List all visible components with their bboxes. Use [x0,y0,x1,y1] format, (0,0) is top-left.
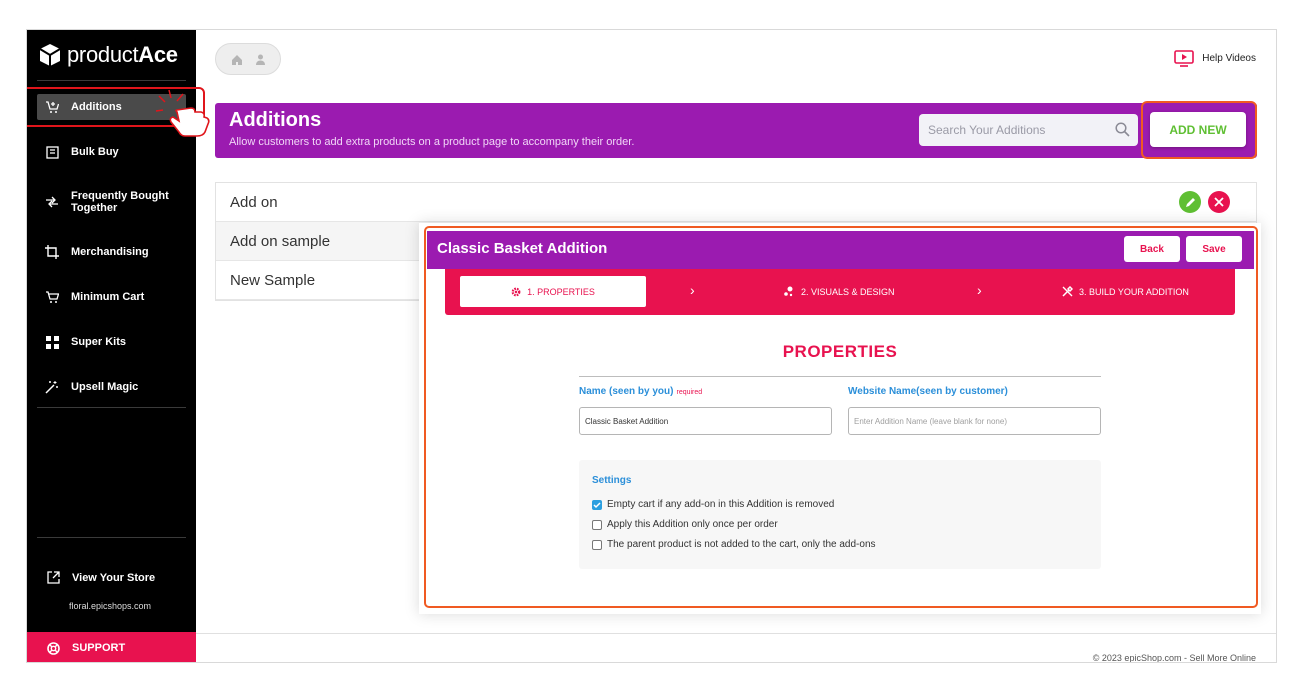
page-title: Additions [229,109,322,131]
sidebar-item-upsell-magic[interactable]: Upsell Magic [37,380,186,394]
tab-label: 1. PROPERTIES [527,286,595,297]
name-label: Name (seen by you) required [579,386,703,397]
kit-icon [45,335,59,349]
external-link-icon [47,571,60,584]
name-field[interactable]: Classic Basket Addition [579,407,832,435]
list-item-label: New Sample [230,271,316,289]
help-videos-label: Help Videos [1202,53,1256,64]
sidebar-item-label: Super Kits [71,336,127,348]
delete-button[interactable] [1208,191,1230,213]
tools-icon [1062,286,1073,297]
tab-label: 3. BUILD YOUR ADDITION [1079,286,1189,297]
home-icon[interactable] [231,54,243,65]
search-input[interactable]: Search Your Additions [919,114,1138,146]
sidebar-item-label: Merchandising [71,246,149,258]
tab-label: 2. VISUALS & DESIGN [801,286,895,297]
list-item[interactable]: Add on [216,183,1256,222]
list-item-label: Add on [230,193,278,211]
logo-text: productAce [67,42,178,67]
checkbox[interactable] [592,519,602,530]
settings-panel: Settings Empty cart if any add-on in thi… [579,460,1101,569]
edit-button[interactable] [1179,191,1201,213]
save-button[interactable]: Save [1186,236,1242,262]
video-play-icon [1174,50,1195,67]
sidebar-item-label: Upsell Magic [71,381,139,393]
sidebar-item-label: Bulk Buy [71,146,119,158]
required-marker: required [676,389,703,396]
setting-label: The parent product is not added to the c… [607,539,876,550]
footer-text: © 2023 epicShop.com - Sell More Online [1092,653,1256,663]
tab-properties[interactable]: 1. PROPERTIES [460,276,646,307]
tab-build-addition[interactable]: 3. BUILD YOUR ADDITION [1062,286,1189,297]
pointing-hand-icon [155,89,210,137]
setting-parent-not-added[interactable]: The parent product is not added to the c… [592,539,876,550]
chevron-right-icon: › [977,282,982,298]
page-header-banner: Additions Allow customers to add extra p… [215,101,1257,159]
cube-logo-icon [39,44,61,66]
sidebar-item-label: Minimum Cart [71,291,145,303]
view-store-link[interactable]: View Your Store [47,571,155,584]
website-name-label: Website Name(seen by customer) [848,386,1008,397]
chevron-right-icon: › [690,282,695,298]
section-divider [579,376,1101,377]
sidebar-item-bulk-buy[interactable]: Bulk Buy [37,145,186,159]
support-button[interactable]: SUPPORT [27,632,196,662]
view-store-label: View Your Store [72,571,156,584]
magic-wand-icon [45,380,59,394]
add-new-button[interactable]: ADD NEW [1150,112,1246,147]
support-label: SUPPORT [72,642,126,654]
page-subtitle: Allow customers to add extra products on… [229,136,635,148]
store-url[interactable]: floral.epicshops.com [69,601,151,611]
palette-icon [784,286,793,297]
website-name-field[interactable]: Enter Addition Name (leave blank for non… [848,407,1101,435]
pencil-icon [1185,197,1195,207]
arrows-icon [45,195,59,209]
setting-empty-cart[interactable]: Empty cart if any add-on in this Additio… [592,499,834,510]
check-icon [593,501,601,508]
cart-icon [45,290,59,304]
sidebar-item-minimum-cart[interactable]: Minimum Cart [37,290,186,304]
section-title: PROPERTIES [782,342,898,361]
sidebar-item-merchandising[interactable]: Merchandising [37,245,186,259]
settings-title: Settings [592,475,632,486]
setting-once-per-order[interactable]: Apply this Addition only once per order [592,519,778,530]
box-icon [45,145,59,159]
back-button[interactable]: Back [1124,236,1180,262]
crop-icon [45,245,59,259]
setting-label: Apply this Addition only once per order [607,519,778,530]
modal-header: Classic Basket Addition Back Save [427,231,1254,269]
help-videos-link[interactable]: Help Videos [1174,50,1256,67]
checkbox-checked[interactable] [592,499,602,510]
search-icon[interactable] [1115,122,1130,137]
tab-visuals-design[interactable]: 2. VISUALS & DESIGN [784,286,895,297]
footer-divider [196,633,1276,634]
list-item-label: Add on sample [230,232,331,250]
sidebar-divider [37,537,186,538]
user-icon[interactable] [255,54,266,65]
close-icon [1214,197,1224,207]
sidebar-item-label: Frequently Bought Together [71,190,169,214]
add-new-highlight: ADD NEW [1141,101,1257,159]
logo[interactable]: productAce [39,42,178,68]
sidebar-divider [37,407,186,408]
setting-label: Empty cart if any add-on in this Additio… [607,499,835,510]
gear-icon [511,287,521,296]
sidebar-divider [37,80,186,81]
app-frame: productAce Additions Bulk Buy Frequently… [26,29,1277,663]
modal-title: Classic Basket Addition [437,240,608,257]
sidebar-item-super-kits[interactable]: Super Kits [37,335,186,349]
lifebuoy-icon [47,641,60,655]
breadcrumb [215,43,281,75]
checkbox[interactable] [592,539,602,550]
row-actions [1179,191,1230,213]
wizard-steps: 1. PROPERTIES › 2. VISUALS & DESIGN › 3.… [445,269,1235,315]
search-placeholder: Search Your Additions [928,123,1046,137]
sidebar-item-frequently-bought[interactable]: Frequently Bought Together [37,190,186,214]
